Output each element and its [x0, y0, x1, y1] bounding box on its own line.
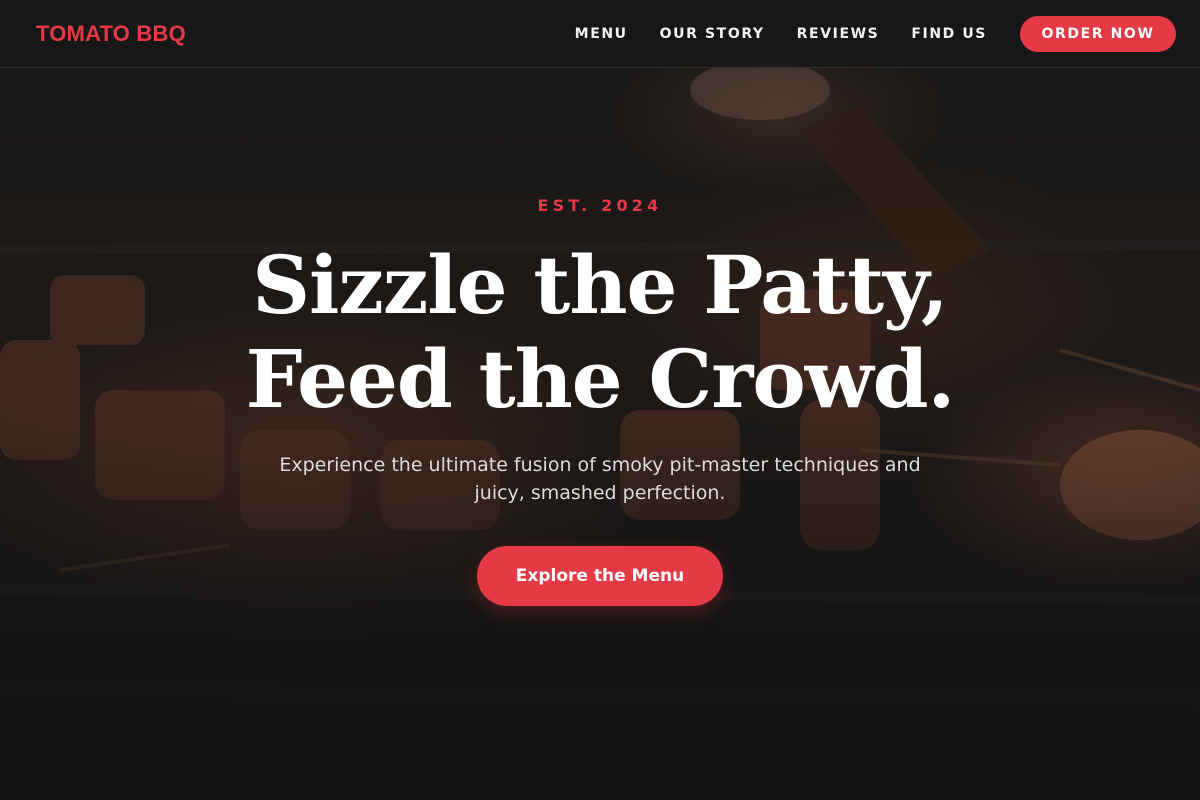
landing-page: TOMATO BBQ MENU OUR STORY REVIEWS FIND U…	[0, 0, 1200, 800]
hero-headline: Sizzle the Patty, Feed the Crowd.	[0, 238, 1200, 426]
order-now-button[interactable]: ORDER NOW	[1020, 15, 1176, 52]
hero-headline-line-1: Sizzle the Patty,	[252, 238, 948, 332]
explore-menu-button[interactable]: Explore the Menu	[477, 546, 723, 606]
nav-link-reviews[interactable]: REVIEWS	[797, 26, 880, 42]
nav-link-menu[interactable]: MENU	[575, 26, 628, 42]
hero-headline-line-2: Feed the Crowd.	[245, 332, 956, 426]
nav-links: MENU OUR STORY REVIEWS FIND US ORDER NOW	[575, 15, 1176, 52]
hero-section: EST. 2024 Sizzle the Patty, Feed the Cro…	[0, 0, 1200, 800]
top-navigation-bar: TOMATO BBQ MENU OUR STORY REVIEWS FIND U…	[0, 0, 1200, 68]
brand-logo[interactable]: TOMATO BBQ	[36, 21, 186, 47]
nav-link-our-story[interactable]: OUR STORY	[660, 26, 765, 42]
nav-link-find-us[interactable]: FIND US	[911, 26, 987, 42]
hero-eyebrow: EST. 2024	[537, 196, 663, 215]
hero-subtext: Experience the ultimate fusion of smoky …	[279, 454, 921, 504]
